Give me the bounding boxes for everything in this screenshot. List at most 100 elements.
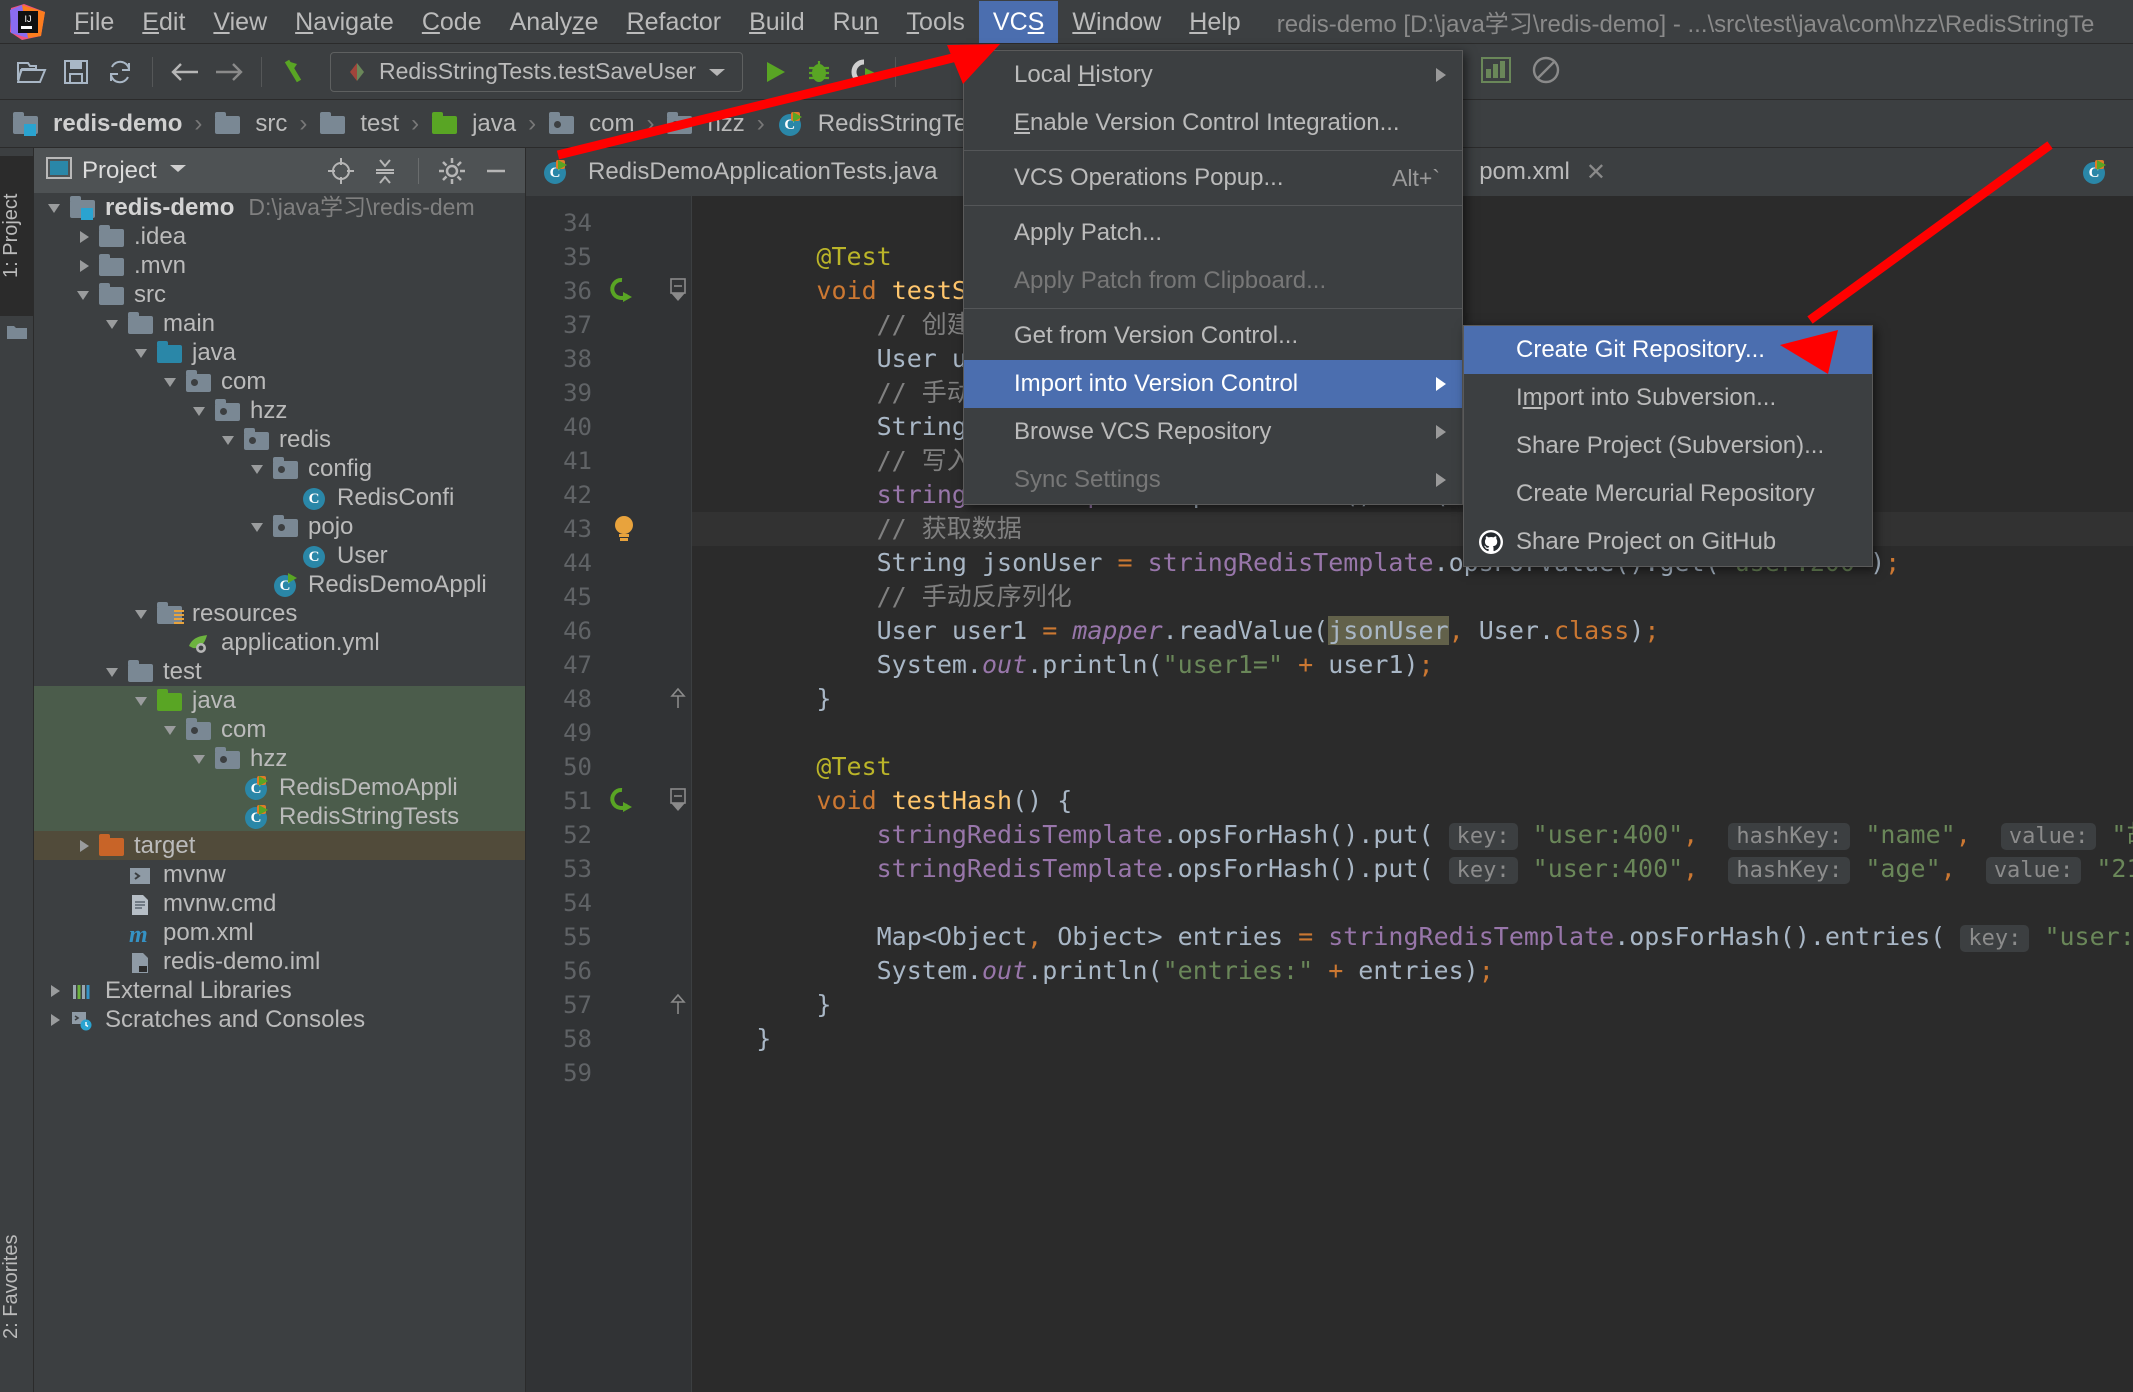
run-test-gutter-icon[interactable] <box>608 787 636 815</box>
chevron-open-icon[interactable] <box>189 400 211 422</box>
breadcrumb-item-test[interactable]: test <box>319 110 399 138</box>
menu-refactor[interactable]: Refactor <box>613 1 736 43</box>
chevron-open-icon[interactable] <box>189 748 211 770</box>
tree-node-hzz[interactable]: hzz <box>34 744 525 773</box>
chevron-open-icon[interactable] <box>131 690 153 712</box>
intention-bulb-icon[interactable] <box>612 514 636 544</box>
code-line-57[interactable]: } <box>692 988 2133 1022</box>
chevron-open-icon[interactable] <box>44 197 66 219</box>
open-folder-icon[interactable] <box>10 50 54 94</box>
tree-node-hzz[interactable]: hzz <box>34 396 525 425</box>
tree-node-main[interactable]: main <box>34 309 525 338</box>
code-line-59[interactable] <box>692 1056 2133 1090</box>
tree-node-redis-demo[interactable]: redis-demo D:\java学习\redis-dem <box>34 193 525 222</box>
menu-navigate[interactable]: Navigate <box>281 1 408 43</box>
import-into-version-control-submenu[interactable]: Create Git Repository... Import into Subv… <box>1463 325 1873 567</box>
vcs-menu-item-get-from-version-control[interactable]: Get from Version Control... <box>964 312 1462 360</box>
run-configuration-selector[interactable]: RedisStringTests.testSaveUser <box>330 51 744 92</box>
tree-node-redisdemoappli[interactable]: C RedisDemoAppli <box>34 570 525 599</box>
chevron-closed-icon[interactable] <box>44 1009 66 1031</box>
menu-view[interactable]: View <box>199 1 281 43</box>
breadcrumb-item-src[interactable]: src <box>214 110 287 138</box>
fold-collapse-icon[interactable] <box>668 278 688 304</box>
code-line-56[interactable]: System.out.println("entries:" + entries)… <box>692 954 2133 988</box>
tree-node--mvn[interactable]: .mvn <box>34 251 525 280</box>
vcs-submenu-item-share-project-on-github[interactable]: Share Project on GitHub <box>1464 518 1872 566</box>
build-icon[interactable] <box>1480 55 1512 90</box>
chevron-open-icon[interactable] <box>73 284 95 306</box>
code-line-46[interactable]: User user1 = mapper.readValue(jsonUser, … <box>692 614 2133 648</box>
locate-icon[interactable] <box>324 154 358 188</box>
undo-icon[interactable] <box>272 50 316 94</box>
code-line-47[interactable]: System.out.println("user1=" + user1); <box>692 648 2133 682</box>
chevron-closed-icon[interactable] <box>73 835 95 857</box>
menu-help[interactable]: Help <box>1175 1 1254 43</box>
chevron-open-icon[interactable] <box>218 429 240 451</box>
rail-tab-project[interactable]: 1: Project <box>0 156 34 316</box>
tree-node-redisdemoappli[interactable]: C RedisDemoAppli <box>34 773 525 802</box>
code-line-51[interactable]: void testHash() { <box>692 784 2133 818</box>
vcs-menu-item-vcs-operations-popup[interactable]: VCS Operations Popup... Alt+` <box>964 154 1462 202</box>
tree-node-application-yml[interactable]: application.yml <box>34 628 525 657</box>
chevron-open-icon[interactable] <box>160 719 182 741</box>
menu-build[interactable]: Build <box>735 1 819 43</box>
menu-file[interactable]: File <box>60 1 128 43</box>
chevron-open-icon[interactable] <box>131 342 153 364</box>
tree-node-redisstringtests[interactable]: C RedisStringTests <box>34 802 525 831</box>
tree-node-java[interactable]: java <box>34 686 525 715</box>
tree-node-scratches-and-consoles[interactable]: Scratches and Consoles <box>34 1005 525 1034</box>
code-line-48[interactable]: } <box>692 682 2133 716</box>
run-test-gutter-icon[interactable] <box>608 277 636 305</box>
breadcrumb-item-com[interactable]: com <box>548 110 634 138</box>
tree-node-java[interactable]: java <box>34 338 525 367</box>
fold-end-icon[interactable] <box>668 686 688 712</box>
vcs-menu-item-import-into-version-control[interactable]: Import into Version Control <box>964 360 1462 408</box>
vcs-menu-item-apply-patch[interactable]: Apply Patch... <box>964 209 1462 257</box>
menu-tools[interactable]: Tools <box>893 1 979 43</box>
tree-node-mvnw-cmd[interactable]: mvnw.cmd <box>34 889 525 918</box>
tree-node-com[interactable]: com <box>34 715 525 744</box>
menu-window[interactable]: Window <box>1058 1 1175 43</box>
vcs-menu-item-browse-vcs-repository[interactable]: Browse VCS Repository <box>964 408 1462 456</box>
code-line-53[interactable]: stringRedisTemplate.opsForHash().put( ke… <box>692 852 2133 886</box>
chevron-open-icon[interactable] <box>160 371 182 393</box>
tree-node-target[interactable]: target <box>34 831 525 860</box>
tree-node-com[interactable]: com <box>34 367 525 396</box>
tree-node-redis[interactable]: redis <box>34 425 525 454</box>
tree-node-resources[interactable]: resources <box>34 599 525 628</box>
vcs-submenu-item-create-mercurial-repository[interactable]: Create Mercurial Repository <box>1464 470 1872 518</box>
forward-arrow-icon[interactable] <box>207 50 251 94</box>
chevron-closed-icon[interactable] <box>73 255 95 277</box>
tree-node-test[interactable]: test <box>34 657 525 686</box>
code-line-58[interactable]: } <box>692 1022 2133 1056</box>
code-line-45[interactable]: // 手动反序列化 <box>692 580 2133 614</box>
vcs-submenu-item-import-into-subversion[interactable]: Import into Subversion... <box>1464 374 1872 422</box>
chevron-open-icon[interactable] <box>102 313 124 335</box>
tree-node-pom-xml[interactable]: m pom.xml <box>34 918 525 948</box>
vcs-menu-item-apply-patch-from-clipboard[interactable]: Apply Patch from Clipboard... <box>964 257 1462 305</box>
breadcrumb-item-java[interactable]: java <box>431 110 516 138</box>
menu-vcs[interactable]: VCS <box>978 0 1059 43</box>
tree-node-mvnw[interactable]: mvnw <box>34 860 525 889</box>
code-line-54[interactable] <box>692 886 2133 920</box>
menu-run[interactable]: Run <box>819 1 893 43</box>
chevron-closed-icon[interactable] <box>73 226 95 248</box>
back-arrow-icon[interactable] <box>163 50 207 94</box>
menu-analyze[interactable]: Analyze <box>496 1 613 43</box>
vcs-submenu-item-create-git-repository[interactable]: Create Git Repository... <box>1464 326 1872 374</box>
chevron-open-icon[interactable] <box>247 458 269 480</box>
chevron-open-icon[interactable] <box>247 516 269 538</box>
sync-icon[interactable] <box>98 50 142 94</box>
tree-node-redisconfi[interactable]: C RedisConfi <box>34 483 525 512</box>
vcs-menu-item-sync-settings[interactable]: Sync Settings <box>964 456 1462 504</box>
chevron-open-icon[interactable] <box>102 661 124 683</box>
menu-code[interactable]: Code <box>408 1 496 43</box>
collapse-all-icon[interactable] <box>368 154 402 188</box>
stop-icon[interactable] <box>1530 54 1562 91</box>
tree-node--idea[interactable]: .idea <box>34 222 525 251</box>
vcs-submenu-item-share-project--subversion[interactable]: Share Project (Subversion)... <box>1464 422 1872 470</box>
chevron-open-icon[interactable] <box>131 603 153 625</box>
tree-node-user[interactable]: C User <box>34 541 525 570</box>
fold-end-icon[interactable] <box>668 992 688 1018</box>
tree-node-redis-demo-iml[interactable]: redis-demo.iml <box>34 947 525 976</box>
